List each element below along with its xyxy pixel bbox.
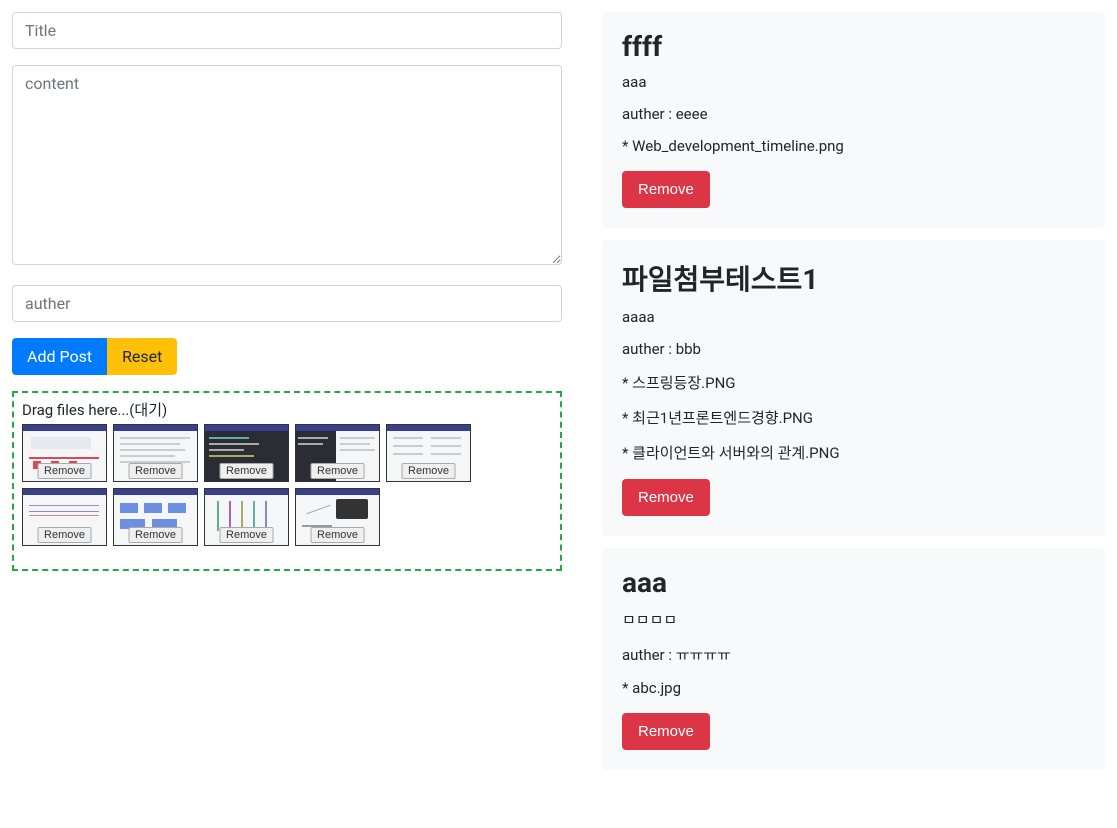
post-files: * Web_development_timeline.png: [622, 137, 1085, 155]
thumbnail: Remove: [113, 424, 198, 482]
thumbnail-remove-button[interactable]: Remove: [37, 527, 92, 543]
post-author: auther : ㅠㅠㅠㅠ: [622, 644, 1085, 665]
thumbnail-remove-button[interactable]: Remove: [128, 463, 183, 479]
post-file: * Web_development_timeline.png: [622, 137, 1085, 155]
post-remove-button[interactable]: Remove: [622, 171, 710, 208]
thumbnail: Remove: [113, 488, 198, 546]
title-input[interactable]: [12, 12, 562, 49]
thumbnail-remove-button[interactable]: Remove: [401, 463, 456, 479]
thumbnail: Remove: [295, 424, 380, 482]
thumbnail-remove-button[interactable]: Remove: [128, 527, 183, 543]
post-remove-button[interactable]: Remove: [622, 713, 710, 750]
add-post-button[interactable]: Add Post: [12, 338, 107, 375]
dropzone-label: Drag files here...(대기): [22, 399, 552, 420]
thumbnail-remove-button[interactable]: Remove: [310, 463, 365, 479]
thumbnail: Remove: [204, 488, 289, 546]
thumbnail: Remove: [204, 424, 289, 482]
thumbnail-remove-button[interactable]: Remove: [219, 463, 274, 479]
post-file: * abc.jpg: [622, 679, 1085, 697]
reset-button[interactable]: Reset: [107, 338, 177, 375]
form-column: Add Post Reset Drag files here...(대기) Re…: [12, 12, 562, 770]
post-card: aaa ㅁㅁㅁㅁ auther : ㅠㅠㅠㅠ * abc.jpg Remove: [602, 548, 1105, 770]
post-file: * 최근1년프론트엔드경향.PNG: [622, 407, 1085, 428]
thumbnail-remove-button[interactable]: Remove: [37, 463, 92, 479]
file-dropzone[interactable]: Drag files here...(대기) RemoveRemoveRemov…: [12, 391, 562, 571]
thumbnail-remove-button[interactable]: Remove: [310, 527, 365, 543]
post-title: aaa: [622, 566, 1085, 599]
content-textarea[interactable]: [12, 65, 562, 265]
thumbnail: Remove: [295, 488, 380, 546]
thumbnail-remove-button[interactable]: Remove: [219, 527, 274, 543]
post-files: * abc.jpg: [622, 679, 1085, 697]
post-content: aaaa: [622, 308, 1085, 326]
thumbnail-grid: Remove Remove Remove Remove Remove Remove Remo…: [22, 424, 552, 546]
post-title: ffff: [622, 30, 1085, 63]
posts-column: ffff aaa auther : eeee * Web_development_ti…: [602, 12, 1105, 770]
post-file: * 스프링등장.PNG: [622, 372, 1085, 393]
post-content: ㅁㅁㅁㅁ: [622, 609, 1085, 630]
thumbnail: Remove: [386, 424, 471, 482]
post-card: ffff aaa auther : eeee * Web_development_ti…: [602, 12, 1105, 228]
post-content: aaa: [622, 73, 1085, 91]
post-card: 파일첨부테스트1 aaaa auther : bbb * 스프링등장.PNG * 최근1…: [602, 240, 1105, 536]
post-file: * 클라이언트와 서버와의 관계.PNG: [622, 442, 1085, 463]
post-title: 파일첨부테스트1: [622, 258, 1085, 298]
thumbnail: Remove: [22, 488, 107, 546]
post-remove-button[interactable]: Remove: [622, 479, 710, 516]
post-author: auther : bbb: [622, 340, 1085, 358]
author-input[interactable]: [12, 285, 562, 322]
form-button-row: Add Post Reset: [12, 338, 562, 375]
thumbnail: Remove: [22, 424, 107, 482]
post-files: * 스프링등장.PNG * 최근1년프론트엔드경향.PNG * 클라이언트와 서버와…: [622, 372, 1085, 463]
post-author: auther : eeee: [622, 105, 1085, 123]
